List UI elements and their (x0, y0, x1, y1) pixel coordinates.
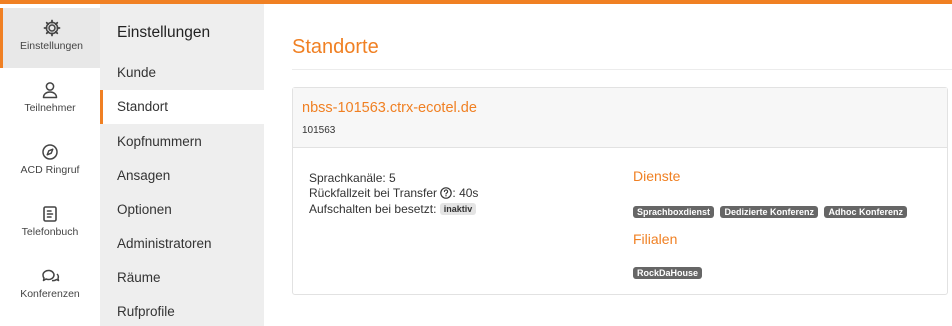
user-icon (42, 82, 58, 99)
services-badges: Sprachboxdienst Dedizierte Konferenz Adh… (633, 203, 909, 221)
service-badge: Sprachboxdienst (633, 206, 715, 218)
gear-icon (43, 19, 60, 37)
fallback-label: Rückfallzeit bei Transfer (309, 186, 438, 200)
submenu-title: Einstellungen (117, 24, 211, 41)
submenu-item-optionen[interactable]: Optionen (100, 193, 264, 227)
page-title: Standorte (292, 36, 379, 58)
rail-label: ACD Ringruf (20, 164, 80, 176)
rail-item-konferenzen[interactable]: Konferenzen (0, 256, 100, 316)
services-title: Dienste (633, 168, 681, 184)
barge-info: Aufschalten bei besetzt: inaktiv (309, 202, 609, 216)
rail-label: Konferenzen (20, 288, 80, 300)
submenu-item-administratoren[interactable]: Administratoren (100, 227, 264, 261)
barge-status-badge: inaktiv (439, 203, 477, 215)
location-host-link[interactable]: nbss-101563.ctrx-ecotel.de (302, 100, 477, 116)
rail-label: Telefonbuch (21, 226, 79, 238)
rail-item-teilnehmer[interactable]: Teilnehmer (0, 70, 100, 130)
rail-item-telefonbuch[interactable]: Telefonbuch (0, 194, 100, 254)
submenu-item-kunde[interactable]: Kunde (100, 56, 264, 90)
title-divider (292, 69, 952, 70)
location-card: nbss-101563.ctrx-ecotel.de 101563 Sprach… (292, 87, 948, 295)
branch-badge: RockDaHouse (633, 267, 703, 279)
barge-label: Aufschalten bei besetzt: (309, 202, 437, 216)
chat-icon (42, 269, 60, 282)
submenu-item-raeume[interactable]: Räume (100, 261, 264, 295)
card-header: nbss-101563.ctrx-ecotel.de 101563 (293, 88, 947, 148)
compass-icon (42, 144, 58, 160)
service-badge: Adhoc Konferenz (824, 206, 907, 218)
submenu-item-rufprofile[interactable]: Rufprofile (100, 295, 264, 326)
help-icon[interactable] (440, 187, 453, 199)
channels-info: Sprachkanäle: 5 (309, 171, 396, 185)
rail-item-einstellungen[interactable]: Einstellungen (0, 8, 100, 68)
submenu-item-standort[interactable]: Standort (100, 90, 264, 124)
rail-item-acd-ringruf[interactable]: ACD Ringruf (0, 132, 100, 192)
location-id: 101563 (302, 125, 336, 136)
phonebook-icon (43, 206, 57, 222)
submenu-item-ansagen[interactable]: Ansagen (100, 159, 264, 193)
rail-label: Teilnehmer (24, 102, 76, 114)
fallback-info: Rückfallzeit bei Transfer : 40s (309, 186, 609, 200)
fallback-value: : 40s (452, 186, 479, 200)
branches-badges: RockDaHouse (633, 264, 704, 282)
rail-label: Einstellungen (19, 40, 84, 52)
main-nav-rail: Einstellungen Teilnehmer ACD Ringruf Tel… (0, 4, 100, 326)
settings-submenu: Einstellungen Kunde Standort Kopfnummern… (100, 4, 264, 326)
branches-title: Filialen (633, 231, 678, 247)
service-badge: Dedizierte Konferenz (720, 206, 818, 218)
submenu-item-kopfnummern[interactable]: Kopfnummern (100, 125, 264, 159)
